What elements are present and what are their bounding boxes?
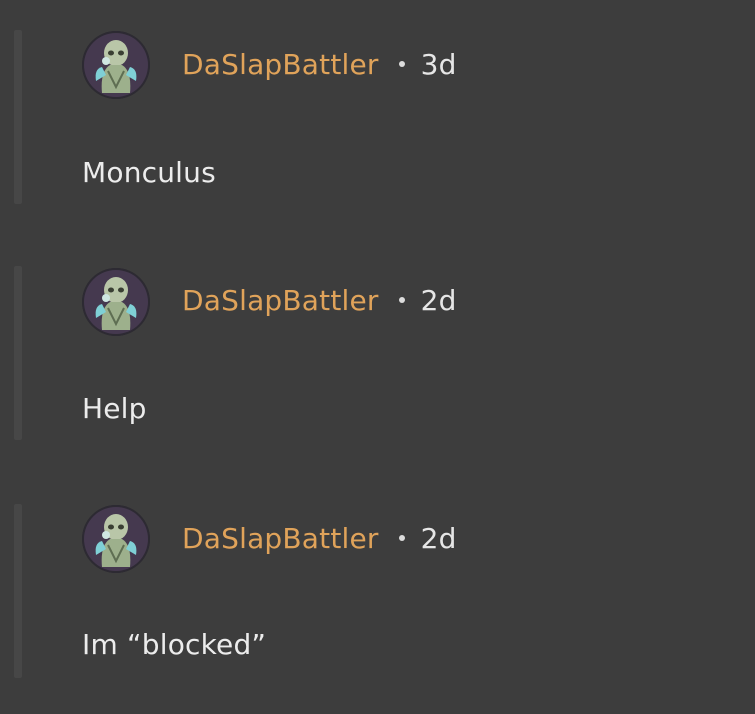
author-name[interactable]: DaSlapBattler: [182, 284, 379, 317]
separator-dot: [398, 297, 405, 303]
comment-text: Im “blocked”: [82, 628, 267, 661]
separator-dot: [398, 535, 405, 541]
comment-meta: DaSlapBattler 2d: [182, 280, 457, 320]
comment-time: 3d: [420, 47, 457, 81]
ghoul-avatar-icon: [82, 268, 150, 336]
comment-time: 2d: [420, 283, 457, 317]
separator-dot: [398, 61, 405, 67]
comment-time: 2d: [420, 521, 457, 555]
avatar[interactable]: [82, 505, 150, 573]
thread-line[interactable]: [14, 504, 22, 678]
thread-line[interactable]: [14, 30, 22, 204]
author-name[interactable]: DaSlapBattler: [182, 48, 379, 81]
author-name[interactable]: DaSlapBattler: [182, 522, 379, 555]
ghoul-avatar-icon: [82, 505, 150, 573]
comment-meta: DaSlapBattler 3d: [182, 44, 457, 84]
comment-text: Help: [82, 392, 147, 425]
thread-line[interactable]: [14, 266, 22, 440]
comment-text: Monculus: [82, 156, 216, 189]
ghoul-avatar-icon: [82, 31, 150, 99]
comment-meta: DaSlapBattler 2d: [182, 518, 457, 558]
avatar[interactable]: [82, 268, 150, 336]
avatar[interactable]: [82, 31, 150, 99]
